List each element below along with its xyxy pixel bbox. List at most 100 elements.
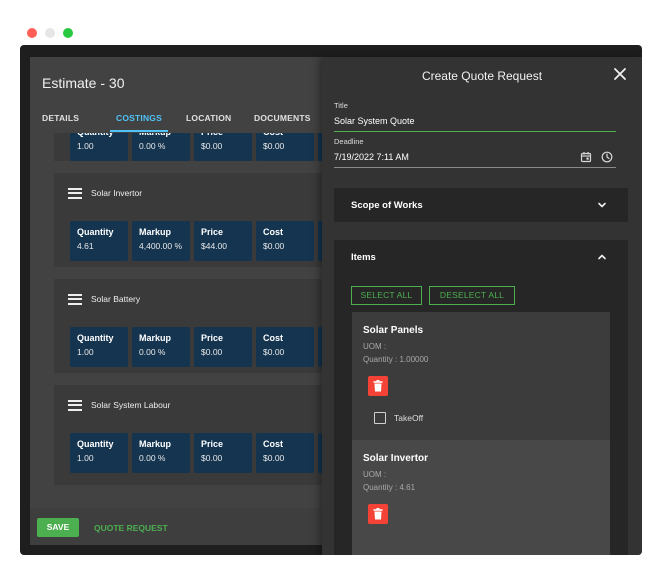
cost-card[interactable]: Cost $0.00 [256, 133, 314, 161]
card-value: 1.00 [77, 453, 94, 463]
save-button[interactable]: SAVE [37, 518, 79, 537]
calendar-icon[interactable] [580, 151, 592, 163]
costing-group-solar-system-labour: Solar System Labour Quantity 1.00 Markup… [54, 385, 344, 485]
price-card[interactable]: Price $0.00 [194, 433, 252, 473]
hamburger-icon[interactable] [68, 399, 82, 411]
markup-card[interactable]: Markup 0.00 % [132, 327, 190, 367]
scope-of-works-panel[interactable]: Scope of Works [334, 188, 628, 222]
group-header: Solar Battery [68, 279, 140, 319]
window-controls [27, 28, 73, 38]
cost-card[interactable]: Cost $0.00 [256, 433, 314, 473]
cost-card[interactable]: Cost $0.00 [256, 221, 314, 261]
costing-group-solar-battery: Solar Battery Quantity 1.00 Markup 0.00 … [54, 279, 344, 373]
group-name: Solar Invertor [91, 188, 143, 198]
card-value: 1.00 [77, 141, 94, 151]
costing-cards: Quantity 1.00 Markup 0.00 % Price $0.00 … [70, 433, 338, 473]
delete-item-button[interactable] [368, 504, 388, 524]
card-label: Markup [139, 333, 172, 343]
title-field-label: Title [334, 101, 348, 110]
panel-title: Scope of Works [351, 200, 423, 211]
costing-cards: Quantity 1.00 Markup 0.00 % Price $0.00 … [70, 327, 338, 367]
app-window: Estimate - 30 DETAILS COSTINGS LOCATION … [20, 45, 642, 555]
card-value: $0.00 [263, 453, 285, 463]
card-label: Price [201, 227, 224, 237]
hamburger-icon[interactable] [68, 293, 82, 305]
card-value: $0.00 [263, 241, 285, 251]
quote-item-solar-invertor: Solar Invertor UOM : Quantity : 4.61 [352, 440, 610, 555]
item-uom: UOM : [363, 342, 387, 351]
tab-bar: DETAILS COSTINGS LOCATION DOCUMENTS [30, 113, 320, 133]
costing-group: Quantity 1.00 Markup 0.00 % Price $0.00 … [54, 133, 344, 161]
costing-group-solar-invertor: Solar Invertor Quantity 4.61 Markup 4,40… [54, 173, 344, 267]
item-name: Solar Invertor [363, 453, 429, 464]
card-value: $0.00 [263, 347, 285, 357]
items-panel: Items SELECT ALL DESELECT ALL Solar Pane… [334, 240, 628, 555]
item-quantity: Quantity : 4.61 [363, 483, 416, 492]
window-close-dot[interactable] [27, 28, 37, 38]
card-label: Price [201, 439, 224, 449]
takeoff-label: TakeOff [394, 413, 424, 423]
costing-cards: Quantity 1.00 Markup 0.00 % Price $0.00 … [70, 133, 338, 161]
title-input[interactable]: Solar System Quote [334, 116, 415, 126]
price-card[interactable]: Price $0.00 [194, 327, 252, 367]
group-header: Solar System Labour [68, 385, 170, 425]
tab-details[interactable]: DETAILS [42, 113, 79, 123]
group-header: Solar Invertor [68, 173, 142, 213]
card-value: 0.00 % [139, 141, 166, 151]
markup-card[interactable]: Markup 4,400.00 % [132, 221, 190, 261]
tab-location[interactable]: LOCATION [186, 113, 231, 123]
item-name: Solar Panels [363, 325, 424, 336]
quantity-card[interactable]: Quantity 4.61 [70, 221, 128, 261]
quantity-card[interactable]: Quantity 1.00 [70, 327, 128, 367]
card-label: Price [201, 133, 252, 137]
select-all-button[interactable]: SELECT ALL [351, 286, 422, 305]
card-label: Markup [139, 439, 172, 449]
card-label: Quantity [77, 439, 114, 449]
card-label: Cost [263, 333, 283, 343]
card-value: $0.00 [263, 141, 285, 151]
price-card[interactable]: Price $44.00 [194, 221, 252, 261]
quantity-card[interactable]: Quantity 1.00 [70, 133, 128, 161]
trash-icon [373, 508, 383, 520]
card-label: Price [201, 333, 224, 343]
chevron-up-icon[interactable] [596, 251, 608, 263]
tab-active-indicator [110, 130, 168, 132]
chevron-down-icon[interactable] [596, 199, 608, 211]
close-icon[interactable] [612, 66, 628, 82]
card-value: $0.00 [201, 347, 223, 357]
costings-list: Quantity 1.00 Markup 0.00 % Price $0.00 … [54, 133, 344, 493]
price-card[interactable]: Price $0.00 [194, 133, 252, 161]
group-name: Solar System Labour [91, 400, 171, 410]
card-value: 4.61 [77, 241, 94, 251]
tab-costings[interactable]: COSTINGS [116, 113, 162, 123]
deadline-input[interactable]: 7/19/2022 7:11 AM [334, 152, 409, 162]
panel-title: Items [351, 252, 376, 263]
markup-card[interactable]: Markup 0.00 % [132, 433, 190, 473]
window-minimize-dot[interactable] [45, 28, 55, 38]
quote-request-button[interactable]: QUOTE REQUEST [94, 523, 168, 533]
drawer-title: Create Quote Request [421, 69, 543, 83]
card-value: $0.00 [201, 141, 223, 151]
markup-card[interactable]: Markup 0.00 % [132, 133, 190, 161]
hamburger-icon[interactable] [68, 187, 82, 199]
card-label: Cost [263, 227, 283, 237]
delete-item-button[interactable] [368, 376, 388, 396]
quote-request-drawer: Create Quote Request Title Solar System … [322, 57, 642, 555]
takeoff-checkbox[interactable] [374, 412, 386, 424]
page-title: Estimate - 30 [42, 75, 125, 91]
card-value: 0.00 % [139, 347, 166, 357]
deadline-field-label: Deadline [334, 137, 364, 146]
cost-card[interactable]: Cost $0.00 [256, 327, 314, 367]
costing-cards: Quantity 4.61 Markup 4,400.00 % Price $4… [70, 221, 338, 261]
card-label: Quantity [77, 227, 114, 237]
clock-icon[interactable] [601, 151, 613, 163]
card-label: Quantity [77, 333, 114, 343]
deselect-all-button[interactable]: DESELECT ALL [429, 286, 515, 305]
tab-documents[interactable]: DOCUMENTS [254, 113, 311, 123]
card-value: $44.00 [201, 241, 227, 251]
quantity-card[interactable]: Quantity 1.00 [70, 433, 128, 473]
item-uom: UOM : [363, 470, 387, 479]
card-value: 4,400.00 % [139, 241, 183, 251]
window-maximize-dot[interactable] [63, 28, 73, 38]
card-value: 0.00 % [139, 453, 166, 463]
